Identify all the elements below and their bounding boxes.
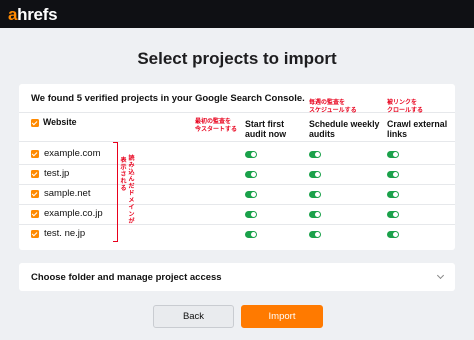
annotation-crawl: 被リンクを クロールする	[387, 100, 423, 115]
annotation-line: クロールする	[387, 107, 424, 114]
folder-access-label: Choose folder and manage project access	[31, 272, 222, 283]
divider	[19, 204, 455, 205]
row-checkbox[interactable]	[31, 190, 39, 198]
divider	[19, 141, 455, 142]
domain-label: sample.net	[44, 188, 91, 199]
crawl-toggle[interactable]	[387, 211, 399, 218]
column-line: audit now	[245, 128, 287, 139]
annotation-line: 最初の監査を	[195, 119, 232, 125]
row-checkbox[interactable]	[31, 170, 39, 178]
row-checkbox[interactable]	[31, 150, 39, 158]
top-bar: ahrefs	[0, 0, 474, 28]
column-website: Website	[43, 117, 77, 127]
first-audit-toggle[interactable]	[245, 171, 257, 178]
select-all-checkbox[interactable]	[31, 119, 39, 127]
logo-accent: a	[8, 5, 18, 24]
column-line: audits	[309, 128, 335, 139]
annotation-schedule: 毎週の監査を スケジュールする	[309, 100, 357, 115]
first-audit-toggle[interactable]	[245, 211, 257, 218]
import-button[interactable]: Import	[241, 305, 323, 328]
page-title: Select projects to import	[137, 49, 337, 68]
back-button[interactable]: Back	[153, 305, 234, 328]
found-projects-text: We found 5 verified projects in your Goo…	[31, 93, 305, 104]
annotation-first-audit: 最初の監査を 今スタートする	[195, 119, 237, 134]
annotation-bracket	[113, 142, 118, 242]
divider	[19, 184, 455, 185]
schedule-toggle[interactable]	[309, 231, 321, 238]
first-audit-toggle[interactable]	[245, 151, 257, 158]
chevron-down-icon[interactable]	[436, 271, 445, 280]
domain-label: example.co.jp	[44, 208, 103, 219]
row-checkbox[interactable]	[31, 230, 39, 238]
annotation-line: スケジュールする	[309, 107, 357, 114]
domain-label: example.com	[44, 148, 101, 159]
column-first-audit: Start first audit now	[245, 119, 287, 139]
annotation-line: 今スタートする	[195, 126, 238, 133]
column-line: links	[387, 128, 408, 139]
ahrefs-logo[interactable]: ahrefs	[8, 5, 58, 25]
crawl-toggle[interactable]	[387, 151, 399, 158]
column-crawl: Crawl external links	[387, 119, 447, 139]
crawl-toggle[interactable]	[387, 231, 399, 238]
logo-rest: hrefs	[17, 5, 58, 24]
schedule-toggle[interactable]	[309, 191, 321, 198]
domain-label: test. ne.jp	[44, 228, 86, 239]
annotation-domains-col1: 読み込んだドメインが	[128, 156, 135, 225]
domain-label: test.jp	[44, 168, 70, 179]
schedule-toggle[interactable]	[309, 171, 321, 178]
projects-panel: We found 5 verified projects in your Goo…	[19, 84, 455, 250]
schedule-toggle[interactable]	[309, 151, 321, 158]
schedule-toggle[interactable]	[309, 211, 321, 218]
crawl-toggle[interactable]	[387, 171, 399, 178]
column-schedule: Schedule weekly audits	[309, 119, 379, 139]
annotation-line: 被リンクを	[387, 100, 418, 106]
folder-access-accordion[interactable]: Choose folder and manage project access	[19, 263, 455, 291]
divider	[19, 224, 455, 225]
divider	[19, 164, 455, 165]
annotation-domains-col2: 表示される	[120, 158, 127, 192]
row-checkbox[interactable]	[31, 210, 39, 218]
first-audit-toggle[interactable]	[245, 231, 257, 238]
crawl-toggle[interactable]	[387, 191, 399, 198]
first-audit-toggle[interactable]	[245, 191, 257, 198]
annotation-line: 毎週の監査を	[309, 100, 346, 106]
